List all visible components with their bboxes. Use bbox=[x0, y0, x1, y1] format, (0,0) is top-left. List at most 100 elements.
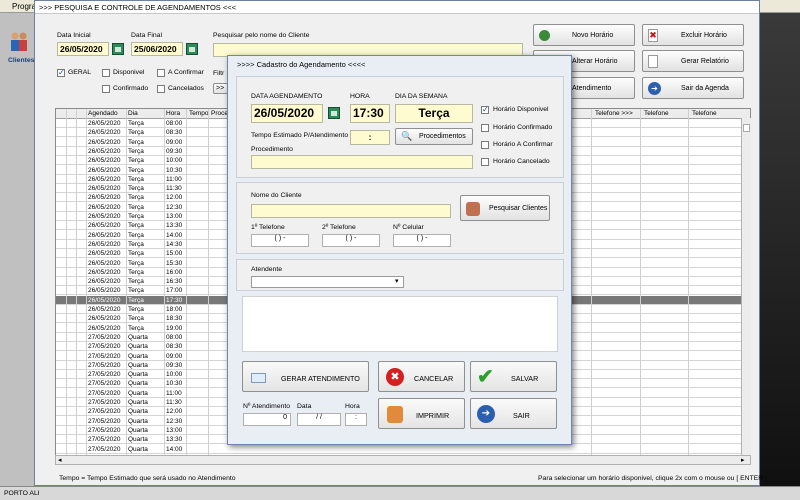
table-cell: Terça bbox=[128, 129, 144, 137]
delete-icon: ✖ bbox=[648, 29, 658, 42]
a-confirmar-checkbox[interactable] bbox=[157, 69, 165, 77]
confirmado-checkbox[interactable] bbox=[102, 85, 110, 93]
atendente-select[interactable]: ▾ bbox=[251, 276, 404, 288]
table-cell: 26/05/2020 bbox=[88, 278, 121, 286]
table-cell: Quarta bbox=[128, 343, 148, 351]
imprimir-button[interactable]: IMPRIMIR bbox=[378, 398, 465, 429]
excluir-horario-button[interactable]: ✖ Excluir Horário bbox=[642, 24, 744, 46]
procedimentos-button[interactable]: 🔍 Procedimentos bbox=[395, 128, 473, 145]
column-header: Telefone bbox=[644, 110, 669, 117]
tel2-input[interactable]: ( ) - bbox=[322, 234, 380, 247]
table-cell: 12:00 bbox=[166, 408, 183, 416]
scroll-left-icon[interactable]: ◂ bbox=[58, 456, 62, 464]
table-cell: 26/05/2020 bbox=[88, 166, 121, 174]
salvar-button[interactable]: ✔ SALVAR bbox=[470, 361, 557, 392]
horizontal-scrollbar[interactable]: ◂ ▸ bbox=[55, 455, 751, 465]
table-cell: 27/05/2020 bbox=[88, 417, 121, 425]
sair-button[interactable]: ➔ SAIR bbox=[470, 398, 557, 429]
table-cell: 08:30 bbox=[166, 343, 183, 351]
confirmado-label: Confirmado bbox=[113, 85, 149, 92]
scroll-right-icon[interactable]: ▸ bbox=[741, 456, 745, 464]
tempo-estimado-label: Tempo Estimado P/Atendimento bbox=[251, 132, 349, 139]
search-icon: 🔍 bbox=[401, 131, 413, 141]
table-cell: Quarta bbox=[128, 361, 148, 369]
table-cell: Terça bbox=[128, 250, 144, 258]
horario-disponivel-checkbox[interactable] bbox=[481, 105, 489, 114]
gerar-atendimento-button[interactable]: GERAR ATENDIMENTO bbox=[242, 361, 369, 392]
tempo-estimado-input[interactable]: : bbox=[350, 130, 390, 145]
data-inicial-input[interactable]: 26/05/2020 bbox=[57, 42, 109, 56]
table-cell: Terça bbox=[128, 147, 144, 155]
table-cell: Terça bbox=[128, 185, 144, 193]
search-client-label: Pesquisar pelo nome do Cliente bbox=[213, 32, 310, 39]
calendar-icon[interactable] bbox=[186, 43, 198, 55]
table-cell: Terça bbox=[128, 240, 144, 248]
horario-cancelado-checkbox[interactable] bbox=[481, 158, 489, 166]
hora-atendimento-input[interactable]: : bbox=[345, 413, 367, 426]
novo-horario-button[interactable]: Novo Horário bbox=[533, 24, 635, 46]
clientes-button[interactable]: Clientes bbox=[5, 29, 35, 67]
cancelados-label: Cancelados bbox=[168, 85, 204, 92]
dia-semana-input[interactable]: Terça bbox=[395, 104, 473, 123]
calendar-icon[interactable] bbox=[328, 107, 340, 119]
table-cell: 10:30 bbox=[166, 380, 183, 388]
sair-agenda-button[interactable]: ➔ Sair da Agenda bbox=[642, 77, 744, 99]
table-cell: 10:00 bbox=[166, 157, 183, 165]
people-icon bbox=[9, 31, 29, 53]
gerar-relatorio-button[interactable]: Gerar Relatório bbox=[642, 50, 744, 72]
table-row[interactable]: 27/05/2020 Quarta 14:00 bbox=[56, 445, 750, 454]
clientes-label: Clientes bbox=[8, 57, 35, 64]
calendar-icon[interactable] bbox=[112, 43, 124, 55]
table-cell: Terça bbox=[128, 203, 144, 211]
filter-label: Filtr bbox=[213, 70, 225, 77]
table-cell: Terça bbox=[128, 166, 144, 174]
table-cell: 09:00 bbox=[166, 352, 183, 360]
table-cell: 26/05/2020 bbox=[88, 129, 121, 137]
chevron-down-icon[interactable]: ▾ bbox=[395, 277, 399, 285]
table-cell: 10:00 bbox=[166, 371, 183, 379]
nome-cliente-input[interactable] bbox=[251, 204, 451, 218]
footer-hint-right: Para selecionar um horário disponivel, c… bbox=[538, 475, 767, 482]
table-cell: 26/05/2020 bbox=[88, 231, 121, 239]
cancel-icon: ✖ bbox=[386, 368, 404, 386]
table-cell: 14:30 bbox=[166, 240, 183, 248]
horario-confirmado-checkbox[interactable] bbox=[481, 124, 489, 132]
table-cell: 26/05/2020 bbox=[88, 213, 121, 220]
celular-input[interactable]: ( ) - bbox=[393, 234, 451, 247]
hora-input[interactable]: 17:30 bbox=[350, 104, 390, 123]
scroll-thumb[interactable] bbox=[743, 124, 750, 132]
num-atendimento-input[interactable]: 0 bbox=[243, 413, 291, 426]
card-icon bbox=[251, 373, 266, 383]
table-cell: 08:00 bbox=[166, 333, 183, 341]
tel1-label: 1º Telefone bbox=[251, 224, 285, 231]
data-atendimento-label: Data bbox=[297, 403, 312, 410]
vertical-scrollbar[interactable] bbox=[741, 118, 751, 455]
cancelados-checkbox[interactable] bbox=[157, 85, 165, 93]
cancelar-button[interactable]: ✖ CANCELAR bbox=[378, 361, 465, 392]
data-final-input[interactable]: 25/06/2020 bbox=[131, 42, 183, 56]
table-cell: 27/05/2020 bbox=[88, 426, 121, 434]
status-option-label: Horário A Confirmar bbox=[493, 141, 553, 148]
table-cell: 17:00 bbox=[166, 287, 183, 295]
disponivel-checkbox[interactable] bbox=[102, 69, 110, 77]
data-final-label: Data Final bbox=[131, 32, 162, 39]
table-cell: 13:30 bbox=[166, 222, 183, 230]
disponivel-label: Disponivel bbox=[113, 69, 145, 76]
cadastro-agendamento-dialog: >>>> Cadastro do Agendamento <<<< DATA A… bbox=[227, 55, 572, 445]
data-agendamento-input[interactable]: 26/05/2020 bbox=[251, 104, 323, 123]
table-cell: 14:00 bbox=[166, 445, 183, 453]
people-icon bbox=[466, 202, 480, 216]
table-cell: Terça bbox=[128, 138, 144, 146]
table-cell: 11:30 bbox=[166, 185, 182, 193]
horario-a-confirmar-checkbox[interactable] bbox=[481, 141, 489, 149]
procedimento-input[interactable] bbox=[251, 155, 473, 169]
column-header: Dia bbox=[128, 110, 138, 117]
data-inicial-label: Data Inicial bbox=[57, 32, 91, 39]
geral-checkbox[interactable] bbox=[57, 68, 65, 77]
pesquisar-clientes-button[interactable]: Pesquisar Clientes bbox=[460, 195, 550, 221]
tel1-input[interactable]: ( ) - bbox=[251, 234, 309, 247]
table-cell: 09:30 bbox=[166, 147, 183, 155]
table-cell: Quarta bbox=[128, 445, 148, 453]
notes-area[interactable] bbox=[242, 296, 558, 352]
data-atendimento-input[interactable]: / / bbox=[297, 413, 341, 426]
